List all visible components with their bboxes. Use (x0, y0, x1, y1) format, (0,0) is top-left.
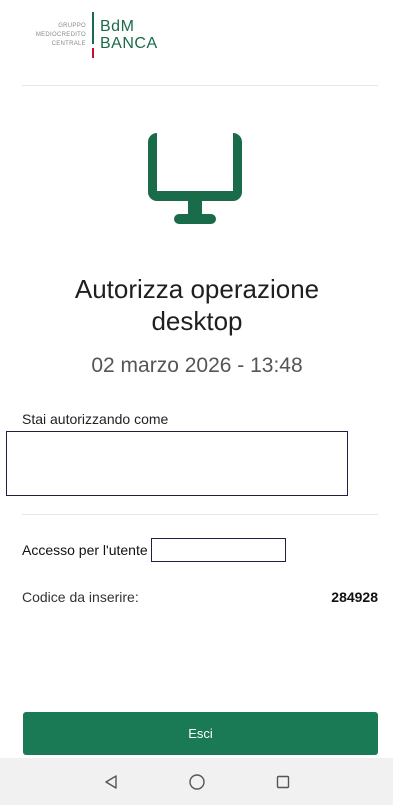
group-text: GRUPPO MEDIOCREDITO CENTRALE (22, 22, 86, 49)
title-line-1: Autorizza operazione (74, 274, 320, 304)
header-divider (22, 85, 378, 86)
authorizing-as-redacted-box (6, 431, 348, 496)
code-value: 284928 (331, 589, 378, 605)
title-line-2: desktop (151, 306, 243, 336)
recents-square-icon[interactable] (271, 770, 295, 794)
access-user-label: Accesso per l'utente (22, 542, 148, 558)
access-user-redacted-box (150, 538, 286, 562)
operation-datetime: 02 marzo 2026 - 13:48 (91, 354, 303, 377)
code-label: Codice da inserire: (22, 589, 139, 605)
access-user-row: Accesso per l'utente (22, 538, 286, 562)
desktop-monitor-icon (145, 130, 245, 230)
authorize-desktop-screen: GRUPPO MEDIOCREDITO CENTRALE BdM BANCA A… (0, 0, 393, 805)
exit-button[interactable]: Esci (23, 712, 378, 755)
group-line-3: CENTRALE (51, 40, 86, 47)
authorizing-as-label: Stai autorizzando come (22, 411, 169, 427)
section-divider (22, 514, 378, 515)
home-circle-icon[interactable] (185, 770, 209, 794)
brand-text: BdM BANCA (100, 18, 158, 52)
group-line-2: MEDIOCREDITO (35, 31, 86, 38)
page-title: Autorizza operazione desktop (22, 273, 372, 337)
bdm-banca-logo: GRUPPO MEDIOCREDITO CENTRALE BdM BANCA (22, 10, 158, 60)
logo-divider-bar (92, 12, 94, 58)
back-triangle-icon[interactable] (99, 770, 123, 794)
brand-line-1: BdM (100, 18, 135, 35)
code-row: Codice da inserire: 284928 (22, 589, 378, 605)
group-line-1: GRUPPO (58, 22, 86, 29)
android-navigation-bar (0, 758, 393, 805)
brand-line-2: BANCA (100, 35, 158, 52)
